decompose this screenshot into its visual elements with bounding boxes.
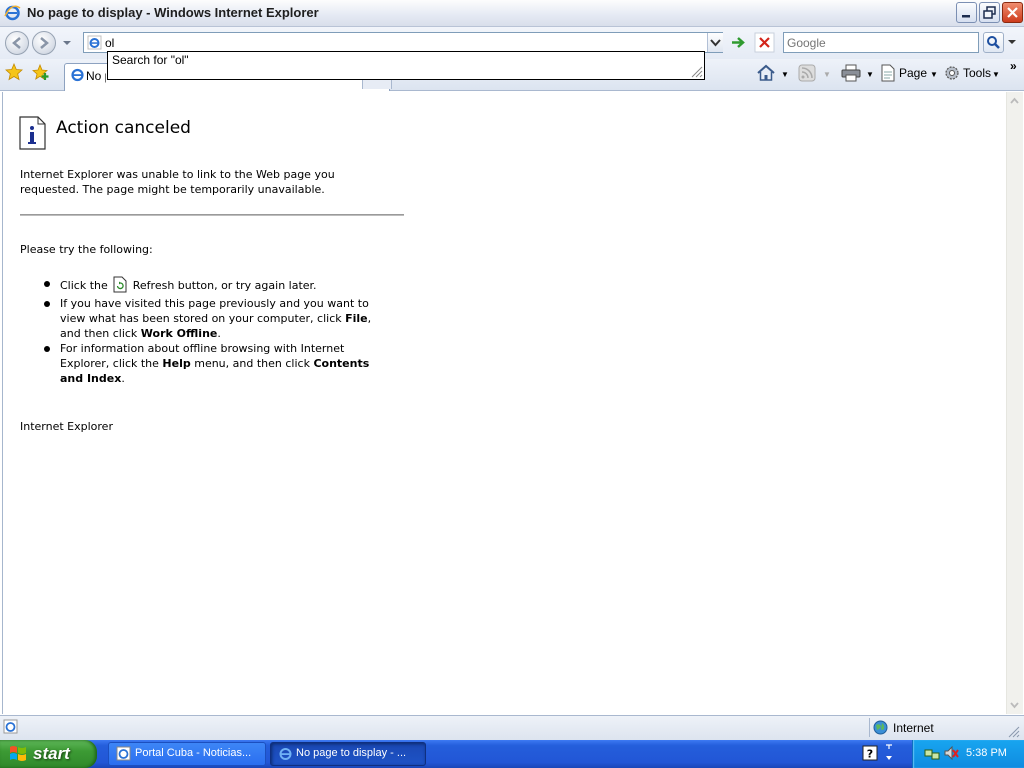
restore-button[interactable] [979, 2, 1000, 23]
svg-text:?: ? [867, 748, 873, 761]
home-dropdown-arrow[interactable]: ▼ [781, 70, 789, 79]
home-icon[interactable] [756, 63, 776, 83]
refresh-icon [113, 276, 127, 293]
taskbar-item-label: Portal Cuba - Noticias... [135, 747, 252, 759]
forward-button[interactable] [32, 31, 56, 55]
security-zone-label: Internet [893, 721, 934, 735]
taskbar-item-label: No page to display - ... [296, 747, 407, 759]
feeds-icon[interactable] [798, 64, 816, 82]
vertical-scrollbar[interactable] [1006, 92, 1023, 714]
search-button[interactable] [983, 32, 1004, 53]
minimize-icon [962, 15, 970, 18]
minimize-button[interactable] [956, 2, 977, 23]
language-bar-options-icon[interactable] [884, 743, 894, 763]
list-item: If you have visited this page previously… [60, 296, 392, 341]
go-button[interactable] [728, 32, 749, 53]
restore-icon [983, 6, 996, 19]
autocomplete-search-suggestion[interactable]: Search for "ol" [112, 53, 189, 67]
list-item-text: Refresh button, or try again later. [132, 279, 317, 292]
bullet [44, 281, 50, 287]
address-dropdown-button[interactable] [707, 33, 723, 52]
work-offline-reference: Work Offline [140, 327, 218, 340]
list-item: For information about offline browsing w… [60, 341, 392, 386]
page-heading: Action canceled [56, 118, 191, 138]
chevron-down-icon [710, 39, 721, 47]
page-status-icon [3, 719, 18, 734]
page-dropdown-arrow[interactable]: ▼ [930, 70, 938, 79]
address-input[interactable] [105, 34, 705, 51]
error-description: Internet Explorer was unable to link to … [20, 168, 335, 196]
divider [20, 214, 404, 216]
tools-dropdown-arrow[interactable]: ▼ [992, 70, 1000, 79]
more-commands-chevron-icon[interactable]: » [1010, 59, 1017, 73]
ie-logo-icon [71, 68, 84, 82]
search-options-dropdown[interactable] [1006, 36, 1018, 48]
bullet [44, 301, 50, 307]
globe-icon [873, 720, 888, 735]
clock: 5:38 PM [966, 747, 1007, 759]
ie-logo-icon [279, 748, 292, 760]
resize-grip-icon[interactable] [1006, 724, 1020, 738]
resize-grip-icon[interactable] [689, 64, 703, 78]
print-dropdown-arrow[interactable]: ▼ [866, 70, 874, 79]
page-icon[interactable] [880, 64, 896, 82]
print-icon[interactable] [841, 64, 861, 82]
page-menu[interactable]: Page [899, 66, 927, 80]
search-input[interactable] [787, 34, 975, 51]
network-icon[interactable] [924, 745, 940, 761]
list-item: Click the Refresh button, or try again l… [60, 276, 392, 293]
scroll-down-icon[interactable] [1006, 696, 1023, 713]
ie-logo-icon[interactable] [4, 4, 21, 21]
tools-menu[interactable]: Tools [963, 66, 991, 80]
file-menu-reference: File [345, 312, 368, 325]
info-icon [19, 116, 46, 150]
list-item-text: . [217, 327, 221, 340]
window-title: No page to display - Windows Internet Ex… [27, 5, 319, 20]
tab-label: No page to display [86, 69, 106, 83]
bullet [44, 346, 50, 352]
help-menu-reference: Help [162, 357, 191, 370]
magnifier-icon [987, 36, 1000, 49]
recent-pages-dropdown[interactable] [61, 38, 73, 48]
feeds-dropdown-arrow[interactable]: ▼ [823, 70, 831, 79]
help-icon[interactable]: ? [862, 745, 878, 761]
status-separator [869, 718, 870, 737]
scroll-up-icon[interactable] [1006, 93, 1023, 110]
autocomplete-dropdown [107, 51, 705, 80]
stop-button[interactable] [754, 32, 775, 53]
arrow-right-icon [40, 37, 49, 49]
windows-logo-icon [10, 746, 26, 761]
favorites-center-icon[interactable] [5, 63, 23, 81]
list-item-text: If you have visited this page previously… [60, 297, 369, 325]
list-item-text: . [121, 372, 125, 385]
back-button[interactable] [5, 31, 29, 55]
list-item-text: Click the [60, 279, 108, 292]
start-label: start [33, 744, 70, 763]
arrow-left-icon [12, 37, 21, 49]
close-icon [1007, 7, 1018, 18]
volume-muted-icon[interactable] [943, 745, 959, 761]
page-icon [87, 35, 102, 50]
add-favorites-icon[interactable] [32, 63, 50, 81]
gear-icon[interactable] [943, 64, 961, 82]
status-bar [0, 715, 1024, 740]
page-footer: Internet Explorer [20, 420, 113, 433]
ie-page-icon [116, 746, 131, 761]
try-following-label: Please try the following: [20, 243, 153, 256]
list-item-text: menu, and then click [190, 357, 314, 370]
close-button[interactable] [1002, 2, 1023, 23]
